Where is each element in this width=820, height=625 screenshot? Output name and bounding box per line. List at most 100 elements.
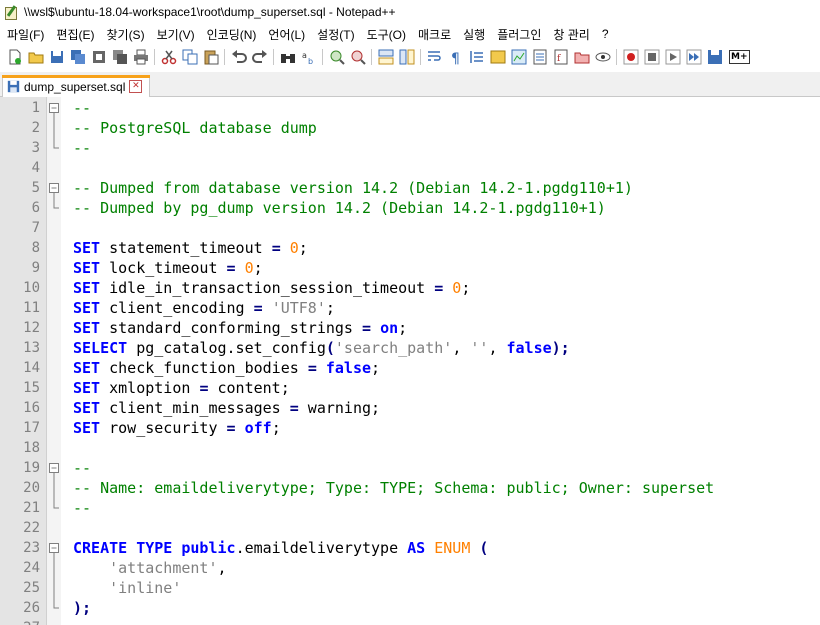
run-macro-multiple-icon[interactable] <box>685 49 702 66</box>
function-list-icon[interactable]: f <box>552 49 569 66</box>
stop-macro-icon[interactable] <box>643 49 660 66</box>
operator-token: = <box>434 279 444 297</box>
menu-macro[interactable]: 매크로 <box>411 26 456 43</box>
line-number: 7 <box>31 220 40 236</box>
comment-token: -- Dumped by pg_dump version 14.2 (Debia… <box>73 199 606 217</box>
code-line[interactable]: 19 -- <box>0 458 820 478</box>
code-line[interactable]: 13 SELECT pg_catalog.set_config('search_p… <box>0 338 820 358</box>
fold-toggle-icon[interactable] <box>48 98 60 118</box>
sync-horizontal-icon[interactable] <box>398 49 415 66</box>
define-language-icon[interactable] <box>489 49 506 66</box>
folder-workspace-icon[interactable] <box>573 49 590 66</box>
new-file-icon[interactable] <box>6 49 23 66</box>
code-line[interactable]: 3 -- <box>0 138 820 158</box>
save-all-icon[interactable] <box>69 49 86 66</box>
menu-help[interactable]: ? <box>595 27 614 41</box>
menu-plugins[interactable]: 플러그인 <box>490 26 546 43</box>
open-file-icon[interactable] <box>27 49 44 66</box>
string-token: 'inline' <box>109 579 182 597</box>
text-token: , <box>488 339 507 357</box>
number-token: 0 <box>452 279 462 297</box>
save-macro-icon[interactable] <box>706 49 723 66</box>
code-line[interactable]: 23 CREATE TYPE public.emaildeliverytype A… <box>0 538 820 558</box>
menu-window[interactable]: 창 관리 <box>546 26 594 43</box>
code-line[interactable]: 12 SET standard_conforming_strings = on; <box>0 318 820 338</box>
save-icon[interactable] <box>48 49 65 66</box>
fold-toggle-icon[interactable] <box>48 538 60 558</box>
word-wrap-icon[interactable] <box>426 49 443 66</box>
code-line[interactable]: 8 SET statement_timeout = 0; <box>0 238 820 258</box>
code-line[interactable]: 24 'attachment', <box>0 558 820 578</box>
menu-encoding[interactable]: 인코딩(N) <box>200 26 262 43</box>
menu-language[interactable]: 언어(L) <box>261 26 310 43</box>
code-line[interactable]: 10 SET idle_in_transaction_session_timeou… <box>0 278 820 298</box>
menu-search[interactable]: 찾기(S) <box>99 26 149 43</box>
tab-dump-superset[interactable]: dump_superset.sql ✕ <box>2 75 150 97</box>
find-icon[interactable] <box>279 49 296 66</box>
code-line[interactable]: 18 <box>0 438 820 458</box>
code-line[interactable]: 25 'inline' <box>0 578 820 598</box>
fold-toggle-icon[interactable] <box>48 178 60 198</box>
paste-icon[interactable] <box>202 49 219 66</box>
tab-close-button[interactable]: ✕ <box>129 80 143 93</box>
menu-run[interactable]: 실행 <box>456 26 490 43</box>
code-line[interactable]: 6 -- Dumped by pg_dump version 14.2 (Debi… <box>0 198 820 218</box>
fold-line <box>48 478 60 498</box>
toolbar-separator <box>616 49 617 65</box>
doc-map-icon[interactable] <box>510 49 527 66</box>
undo-icon[interactable] <box>230 49 247 66</box>
code-editor[interactable]: 1 -- 2 -- PostgreSQL database dump 3 -- 4 5 -- D… <box>0 97 820 625</box>
code-line[interactable]: 9 SET lock_timeout = 0; <box>0 258 820 278</box>
code-line[interactable]: 21 -- <box>0 498 820 518</box>
code-line[interactable]: 20 -- Name: emaildeliverytype; Type: TYPE… <box>0 478 820 498</box>
code-line[interactable]: 4 <box>0 158 820 178</box>
line-code: 'attachment', <box>73 558 226 578</box>
svg-text:b: b <box>308 57 313 65</box>
line-number: 25 <box>23 580 40 596</box>
menu-tools[interactable]: 도구(O) <box>360 26 411 43</box>
menu-settings[interactable]: 설정(T) <box>310 26 359 43</box>
code-line[interactable]: 14 SET check_function_bodies = false; <box>0 358 820 378</box>
code-line[interactable]: 1 -- <box>0 98 820 118</box>
record-macro-icon[interactable] <box>622 49 639 66</box>
line-number: 13 <box>23 340 40 356</box>
cut-icon[interactable] <box>160 49 177 66</box>
menu-file[interactable]: 파일(F) <box>0 26 49 43</box>
menu-view[interactable]: 보기(V) <box>150 26 200 43</box>
copy-icon[interactable] <box>181 49 198 66</box>
redo-icon[interactable] <box>251 49 268 66</box>
text-token: ; <box>271 419 281 437</box>
monitoring-icon[interactable] <box>594 49 611 66</box>
code-line[interactable]: 22 <box>0 518 820 538</box>
show-all-chars-icon[interactable]: ¶ <box>447 49 464 66</box>
code-line[interactable]: 15 SET xmloption = content; <box>0 378 820 398</box>
close-file-icon[interactable] <box>90 49 107 66</box>
line-number: 11 <box>23 300 40 316</box>
close-all-icon[interactable] <box>111 49 128 66</box>
code-line[interactable]: 27 <box>0 618 820 625</box>
zoom-out-icon[interactable] <box>349 49 366 66</box>
code-line[interactable]: 7 <box>0 218 820 238</box>
code-line[interactable]: 16 SET client_min_messages = warning; <box>0 398 820 418</box>
line-number: 1 <box>31 100 40 116</box>
indent-guide-icon[interactable] <box>468 49 485 66</box>
play-macro-icon[interactable] <box>664 49 681 66</box>
print-icon[interactable] <box>132 49 149 66</box>
code-line[interactable]: 5 -- Dumped from database version 14.2 (D… <box>0 178 820 198</box>
operator-token: = <box>226 259 236 277</box>
code-line[interactable]: 17 SET row_security = off; <box>0 418 820 438</box>
comment-token: -- Name: emaildeliverytype; Type: TYPE; … <box>73 479 715 497</box>
fold-toggle-icon[interactable] <box>48 458 60 478</box>
code-line[interactable]: 26); <box>0 598 820 618</box>
sync-vertical-icon[interactable] <box>377 49 394 66</box>
code-line[interactable]: 11 SET client_encoding = 'UTF8'; <box>0 298 820 318</box>
replace-icon[interactable]: ab <box>300 49 317 66</box>
doc-list-icon[interactable] <box>531 49 548 66</box>
zoom-in-icon[interactable] <box>328 49 345 66</box>
menu-edit[interactable]: 편집(E) <box>49 26 99 43</box>
line-code: SET row_security = off; <box>73 418 281 438</box>
code-line[interactable]: 2 -- PostgreSQL database dump <box>0 118 820 138</box>
line-code: 'inline' <box>73 578 181 598</box>
markdown-icon[interactable]: M+ <box>729 50 750 64</box>
